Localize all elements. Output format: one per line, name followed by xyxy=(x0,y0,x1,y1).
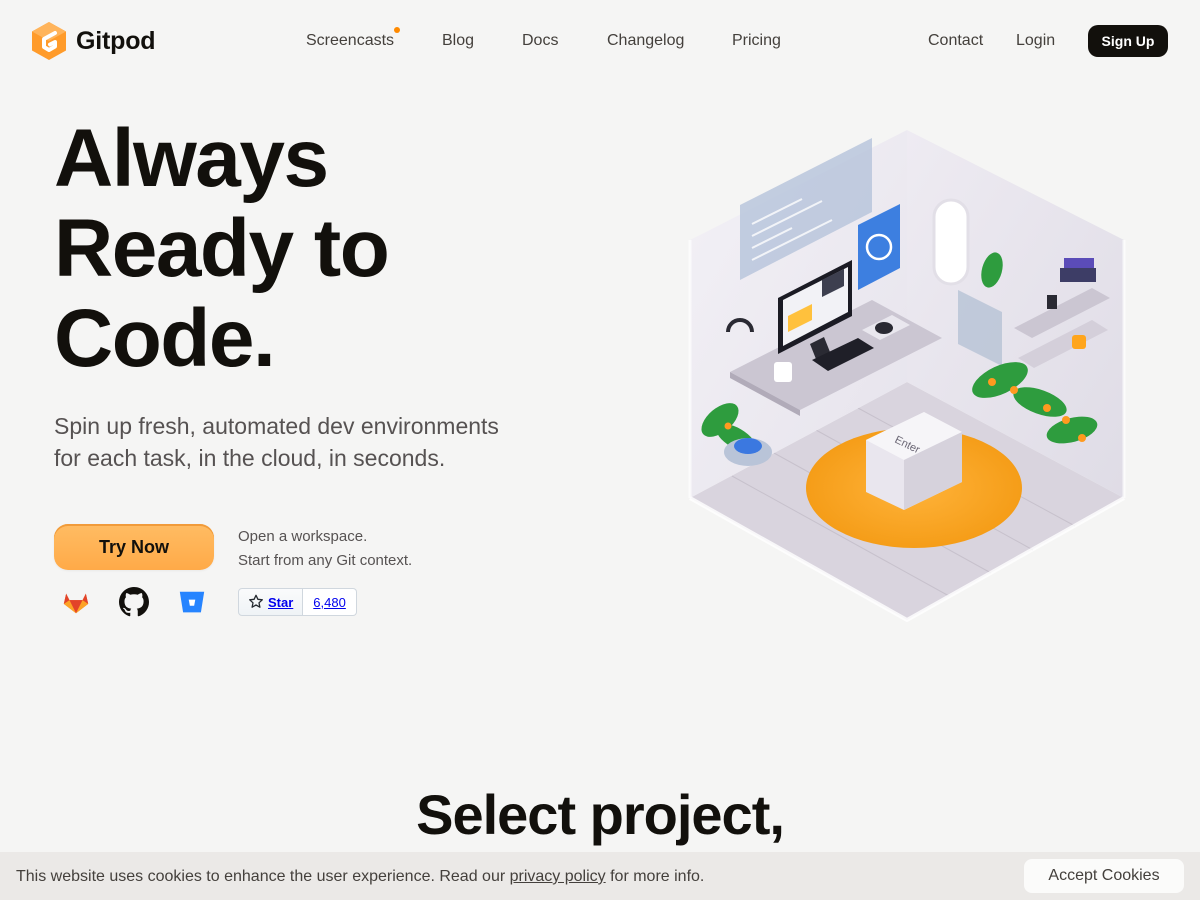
hero-title-line: Ready to xyxy=(54,203,390,294)
cookie-message: This website uses cookies to enhance the… xyxy=(16,866,704,888)
hero-title: Always Ready to Code. xyxy=(54,114,614,384)
star-icon xyxy=(249,594,263,608)
privacy-policy-link[interactable]: privacy policy xyxy=(510,868,606,885)
bitbucket-icon[interactable] xyxy=(176,586,208,618)
github-icon[interactable] xyxy=(118,586,150,618)
new-indicator-dot xyxy=(394,27,401,33)
section-title: Select project, xyxy=(416,783,785,846)
nav-label: Screencasts xyxy=(306,32,395,49)
workspace-hint-line: Open a workspace. xyxy=(238,528,368,545)
cookie-text-after: for more info. xyxy=(605,868,705,885)
nav-link-blog[interactable]: Blog xyxy=(442,30,474,52)
workspace-hint-line: Start from any Git context. xyxy=(238,552,413,569)
workspace-hint: Open a workspace. Start from any Git con… xyxy=(238,525,412,573)
nav-link-login[interactable]: Login xyxy=(1016,30,1055,52)
try-now-button[interactable]: Try Now xyxy=(54,524,214,570)
nav-link-contact[interactable]: Contact xyxy=(928,30,983,52)
cookie-banner: This website uses cookies to enhance the… xyxy=(0,852,1200,900)
hero-subtitle: Spin up fresh, automated dev environment… xyxy=(54,410,554,474)
github-star-widget: Star 6,480 xyxy=(238,588,357,616)
nav-link-docs[interactable]: Docs xyxy=(522,30,558,52)
star-count[interactable]: 6,480 xyxy=(303,588,357,616)
accept-cookies-button[interactable]: Accept Cookies xyxy=(1024,859,1184,893)
gitlab-icon[interactable] xyxy=(60,586,92,618)
star-label: Star xyxy=(268,594,294,610)
site-header: Gitpod Screencasts Blog Docs Changelog P… xyxy=(0,0,1200,82)
hero-subtitle-line: for each task, in the cloud, in seconds. xyxy=(54,445,446,471)
nav-link-pricing[interactable]: Pricing xyxy=(732,30,781,52)
github-star-button[interactable]: Star xyxy=(238,588,304,616)
nav-link-screencasts[interactable]: Screencasts xyxy=(306,27,401,52)
main-nav: Screencasts Blog Docs Changelog Pricing … xyxy=(0,27,1200,52)
hero-title-line: Always xyxy=(54,113,329,204)
cookie-text-before: This website uses cookies to enhance the… xyxy=(16,868,510,885)
sign-up-button[interactable]: Sign Up xyxy=(1088,25,1168,57)
isometric-room-illustration: Enter xyxy=(688,130,1126,623)
hero-title-line: Code. xyxy=(54,293,276,384)
nav-link-changelog[interactable]: Changelog xyxy=(607,30,684,52)
hero-subtitle-line: Spin up fresh, automated dev environment… xyxy=(54,413,499,439)
